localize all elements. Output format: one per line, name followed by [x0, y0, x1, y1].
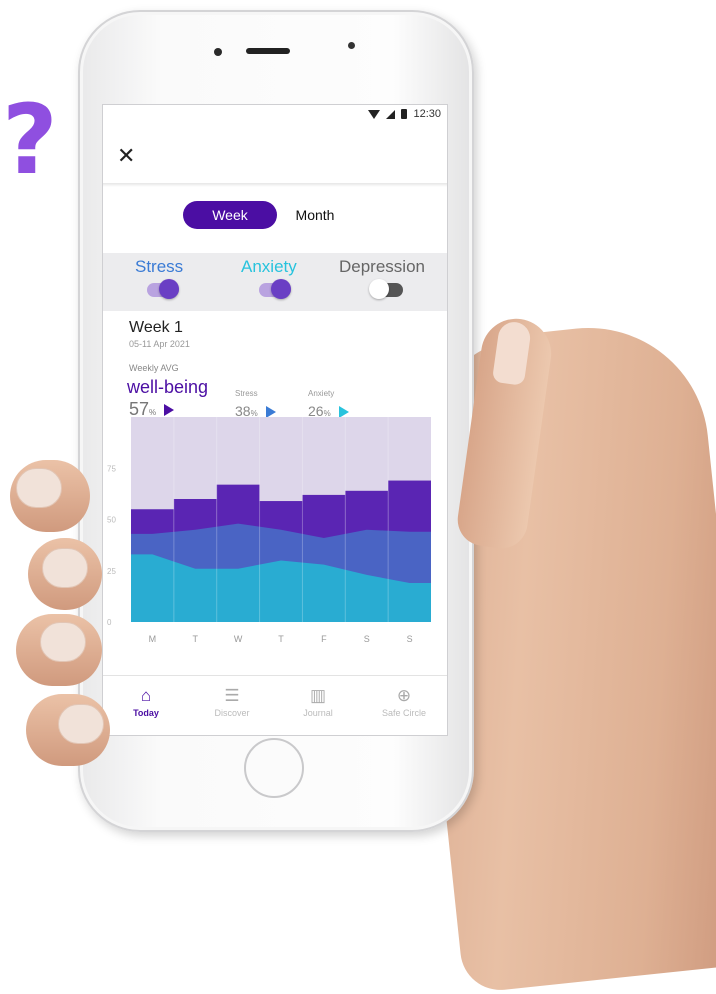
header-divider [103, 183, 447, 187]
bottom-tab-bar: ⌂ Today ☰ Discover ▥ Journal ⊕ Safe Circ… [103, 675, 447, 735]
x-tick-label: W [234, 634, 243, 644]
tab-today[interactable]: ⌂ Today [103, 676, 189, 734]
status-bar: 12:30 [103, 105, 447, 125]
home-button[interactable] [244, 738, 304, 798]
x-tick-label: T [193, 634, 199, 644]
middle-fingernail [42, 548, 88, 588]
y-tick-label: 25 [107, 567, 116, 576]
little-fingernail [58, 704, 104, 744]
list-icon: ☰ [224, 686, 240, 705]
earpiece-speaker [246, 48, 290, 54]
weekly-chart: 0 25 50 75 M T W T F S S [107, 417, 431, 644]
depression-switch[interactable] [369, 279, 403, 299]
tab-today-label: Today [133, 708, 159, 718]
x-tick-label: T [278, 634, 284, 644]
anxiety-switch[interactable] [259, 279, 291, 299]
x-tick-label: M [149, 634, 157, 644]
wellbeing-unit: % [149, 408, 157, 417]
wifi-icon [368, 109, 381, 119]
app-screen: 12:30 ✕ Week Month Stress Anxiety Depres… [102, 104, 448, 736]
depression-toggle-label: Depression [339, 257, 425, 276]
tab-discover-label: Discover [214, 708, 250, 718]
x-tick-label: S [364, 634, 370, 644]
ring-fingernail [40, 622, 86, 662]
month-toggle-button[interactable]: Month [285, 201, 345, 229]
wellbeing-number: 57 [129, 399, 150, 419]
x-tick-label: S [407, 634, 413, 644]
tab-journal[interactable]: ▥ Journal [275, 676, 361, 734]
stress-toggle-label: Stress [135, 257, 184, 276]
stress-summary-label: Stress [235, 389, 258, 398]
week-toggle-button[interactable]: Week [183, 201, 277, 229]
wellbeing-label: well-being [127, 377, 209, 397]
tab-safe-circle[interactable]: ⊕ Safe Circle [361, 676, 447, 734]
x-tick-label: F [321, 634, 327, 644]
book-icon: ▥ [309, 686, 327, 705]
y-tick-label: 50 [107, 516, 116, 525]
sensor-dot [214, 48, 222, 56]
wellbeing-arrow-icon[interactable] [164, 404, 175, 417]
tab-discover[interactable]: ☰ Discover [189, 676, 275, 734]
front-camera [348, 42, 355, 49]
week-dates: 05-11 Apr 2021 [129, 339, 190, 349]
anxiety-summary-label: Anxiety [308, 389, 335, 398]
tab-journal-label: Journal [303, 708, 333, 718]
index-fingernail [16, 468, 62, 508]
question-mark-decoration: ? [2, 84, 58, 196]
battery-icon [401, 109, 408, 119]
metric-toggles: Stress Anxiety Depression [103, 253, 447, 311]
home-icon: ⌂ [140, 686, 152, 705]
y-tick-label: 0 [107, 618, 112, 627]
close-icon[interactable]: ✕ [117, 143, 135, 169]
y-tick-label: 75 [107, 464, 116, 473]
status-time: 12:30 [413, 108, 441, 120]
stress-switch[interactable] [147, 279, 179, 299]
signal-icon [386, 109, 396, 119]
safe-circle-icon: ⊕ [396, 686, 412, 705]
tab-safe-circle-label: Safe Circle [381, 708, 426, 718]
weekly-avg-label: Weekly AVG [129, 363, 179, 373]
week-title: Week 1 [129, 319, 183, 336]
anxiety-toggle-label: Anxiety [241, 257, 297, 276]
